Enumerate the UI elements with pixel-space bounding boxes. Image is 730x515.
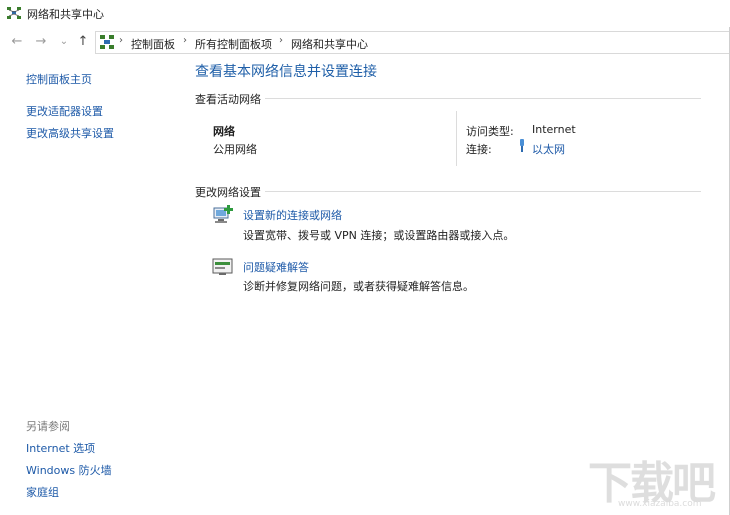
setup-new-connection-desc: 设置宽带、拨号或 VPN 连接；或设置路由器或接入点。 (243, 229, 515, 242)
access-type-label: 访问类型: (466, 125, 514, 138)
connection-label: 连接: (466, 143, 492, 156)
see-also-heading: 另请参阅 (26, 420, 70, 433)
chevron-right-icon[interactable]: › (183, 35, 187, 46)
network-name: 网络 (213, 125, 235, 138)
change-adapter-settings-link[interactable]: 更改适配器设置 (26, 103, 103, 119)
back-arrow-icon[interactable]: ← (9, 34, 25, 50)
breadcrumb-all-items[interactable]: 所有控制面板项 (195, 36, 272, 52)
change-advanced-sharing-link[interactable]: 更改高级共享设置 (26, 125, 114, 141)
active-networks-label: 查看活动网络 (195, 93, 261, 106)
control-panel-icon (100, 35, 114, 49)
address-bar: ← → ⌄ ↑ › 控制面板 › 所有控制面板项 › 网络和共享中心 (0, 28, 730, 56)
address-field[interactable]: › 控制面板 › 所有控制面板项 › 网络和共享中心 (95, 31, 730, 54)
troubleshoot-icon (212, 258, 233, 275)
recent-locations-icon[interactable]: ⌄ (56, 34, 72, 50)
setup-new-connection-link[interactable]: 设置新的连接或网络 (243, 207, 342, 223)
change-settings-label: 更改网络设置 (195, 186, 261, 199)
access-type-value: Internet (532, 123, 576, 136)
divider (456, 111, 457, 166)
up-arrow-icon[interactable]: ↑ (75, 34, 91, 50)
windows-firewall-link[interactable]: Windows 防火墙 (26, 462, 112, 478)
breadcrumb-control-panel[interactable]: 控制面板 (131, 36, 175, 52)
title-bar: 网络和共享中心 (0, 0, 730, 27)
breadcrumb-network-center[interactable]: 网络和共享中心 (291, 36, 368, 52)
troubleshoot-link[interactable]: 问题疑难解答 (243, 259, 309, 275)
page-title: 查看基本网络信息并设置连接 (195, 64, 377, 80)
troubleshoot-desc: 诊断并修复网络问题，或者获得疑难解答信息。 (243, 280, 474, 293)
new-connection-icon (213, 205, 233, 223)
watermark-logo: 下载吧 www.xiazaiba.com (588, 447, 728, 513)
divider (265, 191, 701, 192)
divider (265, 98, 701, 99)
ethernet-connection-link[interactable]: 以太网 (532, 141, 565, 157)
chevron-right-icon[interactable]: › (119, 35, 123, 46)
forward-arrow-icon[interactable]: → (33, 34, 49, 50)
network-type: 公用网络 (213, 143, 257, 156)
homegroup-link[interactable]: 家庭组 (26, 484, 59, 500)
chevron-right-icon[interactable]: › (279, 35, 283, 46)
network-center-icon (7, 7, 21, 19)
ethernet-icon (520, 139, 524, 152)
watermark-url: www.xiazaiba.com (618, 499, 702, 509)
window-title: 网络和共享中心 (27, 8, 104, 21)
control-panel-home-link[interactable]: 控制面板主页 (26, 71, 92, 87)
internet-options-link[interactable]: Internet 选项 (26, 440, 95, 456)
